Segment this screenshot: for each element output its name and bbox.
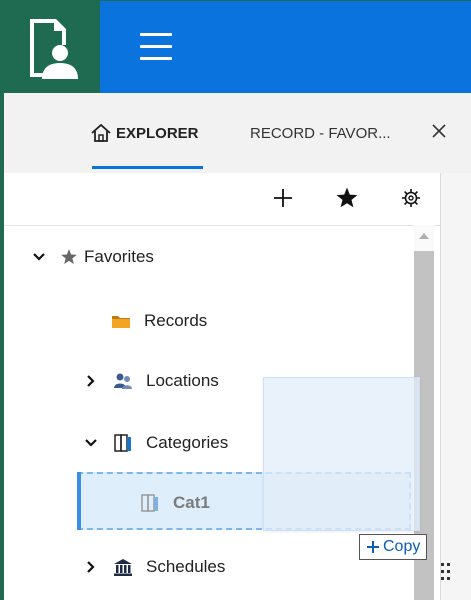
chevron-down-icon[interactable] <box>32 250 46 264</box>
tree-node-label: Favorites <box>84 247 154 266</box>
tab-record-favorites[interactable]: RECORD - FAVOR... <box>250 93 391 173</box>
home-icon <box>91 123 111 142</box>
app-window: EXPLORER RECORD - FAVOR... Favorites Rec… <box>0 0 471 600</box>
tree-node-label: Records <box>144 311 208 330</box>
tab-record-label: RECORD - FAVOR... <box>250 124 391 142</box>
hamburger-menu-button[interactable] <box>132 29 180 65</box>
categories-icon <box>112 433 134 453</box>
app-header <box>4 1 471 93</box>
hamburger-menu-icon <box>140 33 172 36</box>
settings-button[interactable] <box>396 183 426 213</box>
tree-node-schedules[interactable]: Schedules <box>84 547 225 587</box>
chevron-right-icon[interactable] <box>84 560 98 574</box>
copy-drag-badge: Copy <box>359 534 428 560</box>
gear-icon <box>402 189 420 207</box>
tree-node-label: Locations <box>146 371 219 390</box>
hamburger-line <box>140 45 172 48</box>
plus-icon <box>367 541 379 553</box>
scroll-up-arrow-icon[interactable] <box>419 233 429 239</box>
chevron-right-icon[interactable] <box>84 374 98 388</box>
tab-explorer[interactable]: EXPLORER <box>90 93 203 173</box>
tree-node-favorites[interactable]: Favorites <box>32 237 154 277</box>
add-button[interactable] <box>268 183 298 213</box>
tree-node-records[interactable]: Records <box>110 301 207 341</box>
star-icon <box>336 187 358 208</box>
content-pane-edge <box>440 173 471 600</box>
building-icon <box>112 557 134 577</box>
copy-badge-label: Copy <box>383 538 421 555</box>
drag-preview-ghost <box>263 377 420 531</box>
plus-icon <box>274 189 292 207</box>
explorer-toolbar <box>4 173 440 226</box>
close-icon <box>432 124 446 138</box>
tree-node-cat1[interactable]: Cat1 <box>139 483 210 523</box>
tree-node-locations[interactable]: Locations <box>84 361 219 401</box>
tab-explorer-label: EXPLORER <box>116 124 199 142</box>
close-tab-button[interactable] <box>432 121 446 144</box>
app-logo[interactable] <box>4 1 100 93</box>
categories-icon <box>139 493 161 513</box>
hamburger-line <box>140 57 172 60</box>
star-icon <box>60 247 78 267</box>
tree-node-label: Cat1 <box>173 493 210 512</box>
tree-node-label: Schedules <box>146 557 226 576</box>
records-user-logo-icon <box>30 19 78 79</box>
active-tab-indicator <box>92 166 203 169</box>
tree-node-categories[interactable]: Categories <box>84 423 228 463</box>
locations-icon <box>112 371 134 391</box>
chevron-down-icon[interactable] <box>84 436 98 450</box>
resize-grip-icon[interactable] <box>441 563 451 583</box>
tab-bar: EXPLORER RECORD - FAVOR... <box>4 93 471 173</box>
tree-node-label: Categories <box>146 433 229 452</box>
favorite-button[interactable] <box>332 183 362 213</box>
folder-icon <box>110 311 132 331</box>
drop-indicator <box>77 472 81 530</box>
